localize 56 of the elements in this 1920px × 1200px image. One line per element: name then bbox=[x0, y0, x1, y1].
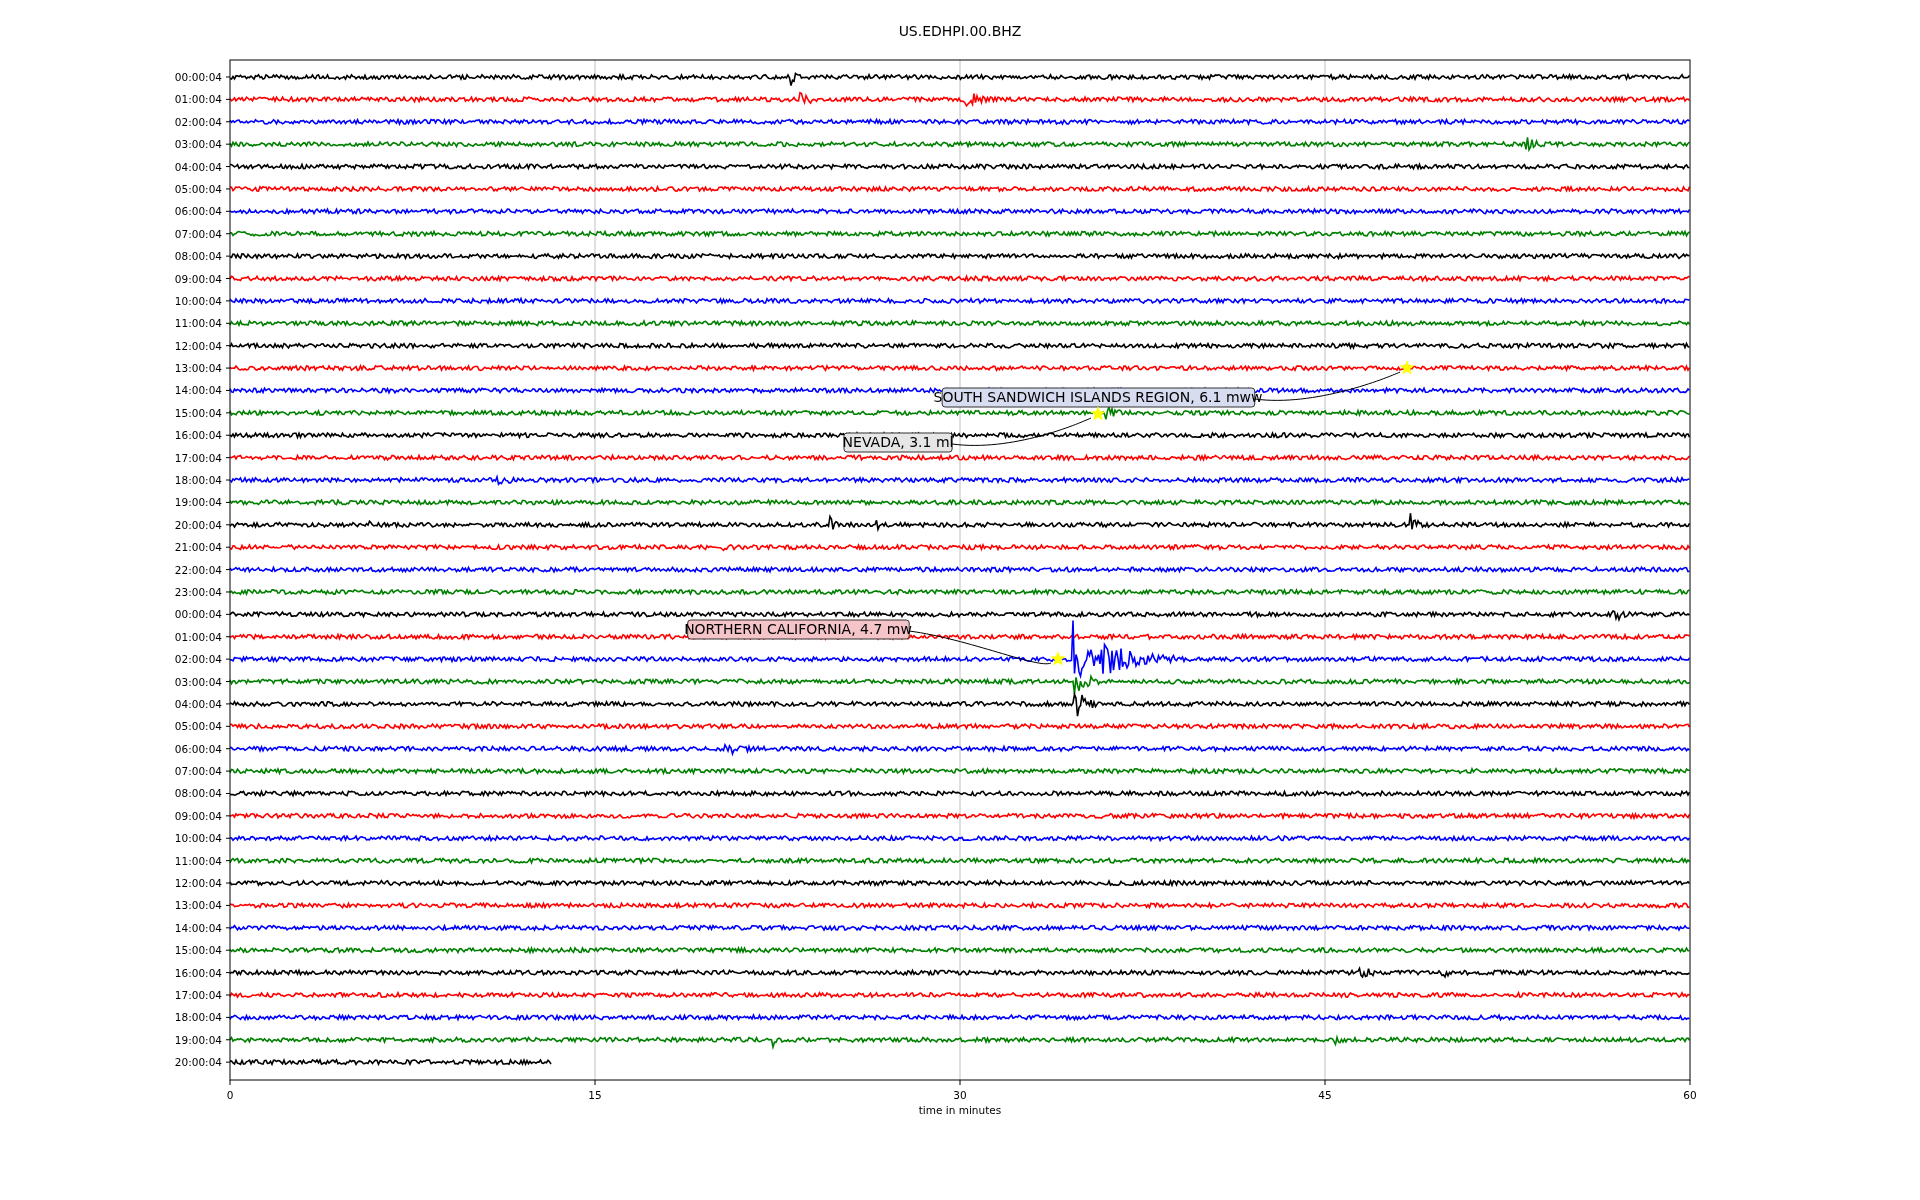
axis-tick-label: 08:00:04 bbox=[174, 250, 222, 263]
axis-tick-label: 17:00:04 bbox=[174, 451, 222, 464]
axis-tick-label: 19:00:04 bbox=[174, 496, 222, 509]
axis-tick-label: 12:00:04 bbox=[174, 877, 222, 890]
axis-tick-label: 01:00:04 bbox=[174, 93, 222, 106]
axis-tick-label: 13:00:04 bbox=[174, 362, 222, 375]
axis-tick-label: 14:00:04 bbox=[174, 921, 222, 934]
star-icon bbox=[1399, 360, 1415, 375]
axis-tick-label: 45 bbox=[1318, 1089, 1332, 1101]
axis-tick-label: 16:00:04 bbox=[174, 429, 222, 442]
axis-tick-label: 06:00:04 bbox=[174, 742, 222, 755]
axis-tick-label: 20:00:04 bbox=[174, 518, 222, 531]
axis-tick-label: 30 bbox=[953, 1089, 967, 1101]
axis-tick-label: 11:00:04 bbox=[174, 317, 222, 330]
axis-tick-label: 03:00:04 bbox=[174, 138, 222, 151]
annotation-label: NEVADA, 3.1 ml bbox=[842, 432, 954, 453]
axis-tick-label: 15:00:04 bbox=[174, 944, 222, 957]
axis-tick-label: 08:00:04 bbox=[174, 787, 222, 800]
plot-title: US.EDHPI.00.BHZ bbox=[898, 23, 1022, 39]
axis-tick-label: 00:00:04 bbox=[174, 71, 222, 83]
axis-tick-label: 21:00:04 bbox=[174, 541, 222, 554]
axis-tick-label: 04:00:04 bbox=[174, 160, 222, 173]
axis-tick-label: 10:00:04 bbox=[174, 294, 222, 307]
axis-tick-label: 60 bbox=[1683, 1089, 1697, 1101]
axis-tick-label: 16:00:04 bbox=[174, 966, 222, 979]
star-icon bbox=[1090, 406, 1106, 421]
axis-tick-label: 04:00:04 bbox=[174, 697, 222, 710]
axis-tick-label: 19:00:04 bbox=[174, 1033, 222, 1046]
axis-tick-label: 07:00:04 bbox=[174, 765, 222, 778]
axis-tick-label: 15:00:04 bbox=[174, 406, 222, 419]
axis-tick-label: 15 bbox=[588, 1089, 602, 1101]
axis-tick-label: 22:00:04 bbox=[174, 563, 222, 576]
axis-tick-label: 02:00:04 bbox=[174, 653, 222, 666]
axis-tick-label: 03:00:04 bbox=[174, 675, 222, 688]
axis-tick-label: 07:00:04 bbox=[174, 227, 222, 240]
axis-tick-label: 02:00:04 bbox=[174, 115, 222, 128]
axis-tick-label: 23:00:04 bbox=[174, 585, 222, 598]
axis-tick-label: 18:00:04 bbox=[174, 474, 222, 486]
axis-tick-label: 06:00:04 bbox=[174, 205, 222, 218]
axis-tick-label: 09:00:04 bbox=[174, 272, 222, 285]
axis-tick-label: 0 bbox=[226, 1089, 234, 1101]
axis-tick-label: 00:00:04 bbox=[174, 608, 222, 621]
star-icon bbox=[1050, 651, 1066, 666]
axis-tick-label: 14:00:04 bbox=[174, 384, 222, 397]
axis-tick-label: 05:00:04 bbox=[174, 720, 222, 733]
axis-tick-label: 18:00:04 bbox=[174, 1011, 222, 1024]
axis-tick-label: 09:00:04 bbox=[174, 809, 222, 822]
axis-tick-label: 10:00:04 bbox=[174, 832, 222, 845]
axis-tick-label: 17:00:04 bbox=[174, 989, 222, 1001]
axis-tick-label: 20:00:04 bbox=[174, 1056, 222, 1069]
axis-tick-label: 05:00:04 bbox=[174, 182, 222, 195]
axis-tick-label: 13:00:04 bbox=[174, 899, 222, 912]
axis-label: time in minutes bbox=[918, 1104, 1002, 1116]
axis-tick-label: 01:00:04 bbox=[174, 630, 222, 643]
axis-tick-label: 12:00:04 bbox=[174, 339, 222, 352]
axis-tick-label: 11:00:04 bbox=[174, 854, 222, 867]
